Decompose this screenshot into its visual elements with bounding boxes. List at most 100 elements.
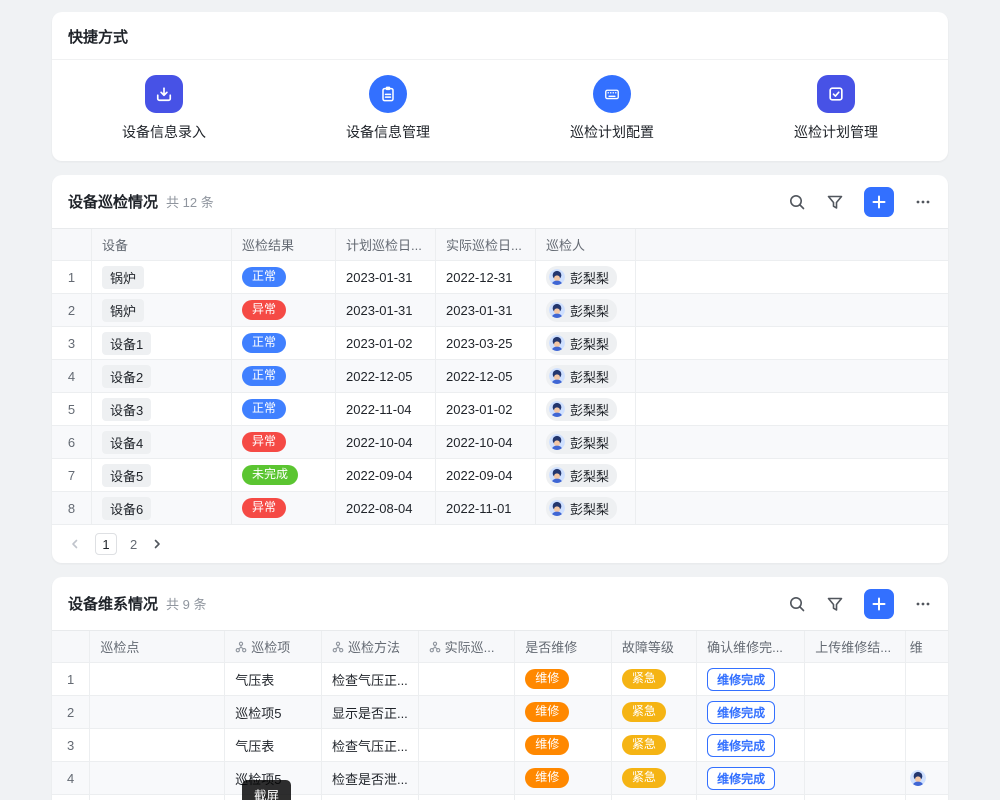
repair-cell[interactable]: 维修 [515, 696, 612, 728]
upload-cell[interactable] [805, 762, 905, 794]
inspector-cell[interactable]: 彭梨梨 [536, 492, 636, 524]
column-header-inspector[interactable]: 巡检人 [536, 229, 636, 260]
table-row[interactable]: 3 设备1 正常 2023-01-02 2023-03-25 彭梨梨 [52, 327, 948, 360]
upload-cell[interactable] [805, 795, 905, 800]
actual-date-cell[interactable]: 2023-03-25 [436, 327, 536, 359]
actual-date-cell[interactable]: 2022-10-04 [436, 426, 536, 458]
column-header-point[interactable]: 巡检点 [90, 631, 225, 662]
column-header-actual-date[interactable]: 实际巡检日... [436, 229, 536, 260]
confirm-cell[interactable]: 维修完成 [697, 729, 805, 761]
confirm-cell[interactable]: 维修完成 [697, 663, 805, 695]
device-cell[interactable]: 设备2 [92, 360, 232, 392]
level-cell[interactable]: 紧急 [612, 762, 697, 794]
point-cell[interactable] [90, 762, 225, 794]
device-cell[interactable]: 设备3 [92, 393, 232, 425]
level-cell[interactable]: 紧急 [612, 663, 697, 695]
device-cell[interactable]: 设备6 [92, 492, 232, 524]
column-header-upload[interactable]: 上传维修结... [805, 631, 905, 662]
inspector-cell[interactable]: 彭梨梨 [536, 327, 636, 359]
point-cell[interactable] [90, 729, 225, 761]
table-row[interactable]: 5 巡检项5 显示是否正... 维修 紧急 维修完成 [52, 795, 948, 800]
column-header-result[interactable]: 巡检结果 [232, 229, 336, 260]
confirm-repair-button[interactable]: 维修完成 [707, 734, 775, 757]
repairer-cell[interactable] [906, 696, 948, 728]
actual-cell[interactable] [419, 729, 516, 761]
search-icon[interactable] [788, 595, 806, 613]
plan-date-cell[interactable]: 2022-12-05 [336, 360, 436, 392]
result-cell[interactable]: 正常 [232, 261, 336, 293]
result-cell[interactable]: 未完成 [232, 459, 336, 491]
upload-cell[interactable] [805, 663, 905, 695]
repairer-cell[interactable] [906, 795, 948, 800]
shortcut-device-info-entry[interactable]: 设备信息录入 [122, 75, 206, 142]
result-cell[interactable]: 异常 [232, 294, 336, 326]
result-cell[interactable]: 异常 [232, 492, 336, 524]
inspector-cell[interactable]: 彭梨梨 [536, 360, 636, 392]
actual-date-cell[interactable]: 2022-09-04 [436, 459, 536, 491]
device-cell[interactable]: 设备1 [92, 327, 232, 359]
method-cell[interactable]: 检查气压正... [322, 663, 419, 695]
level-cell[interactable]: 紧急 [612, 696, 697, 728]
actual-cell[interactable] [419, 663, 516, 695]
point-cell[interactable] [90, 663, 225, 695]
actual-date-cell[interactable]: 2022-12-05 [436, 360, 536, 392]
upload-cell[interactable] [805, 696, 905, 728]
result-cell[interactable]: 异常 [232, 426, 336, 458]
method-cell[interactable]: 显示是否正... [322, 696, 419, 728]
table-row[interactable]: 4 设备2 正常 2022-12-05 2022-12-05 彭梨梨 [52, 360, 948, 393]
result-cell[interactable]: 正常 [232, 360, 336, 392]
prev-page-icon[interactable] [68, 537, 82, 551]
table-row[interactable]: 6 设备4 异常 2022-10-04 2022-10-04 彭梨梨 [52, 426, 948, 459]
plan-date-cell[interactable]: 2023-01-31 [336, 294, 436, 326]
table-row[interactable]: 2 巡检项5 显示是否正... 维修 紧急 维修完成 [52, 696, 948, 729]
actual-cell[interactable] [419, 795, 516, 800]
level-cell[interactable]: 紧急 [612, 795, 697, 800]
plan-date-cell[interactable]: 2022-08-04 [336, 492, 436, 524]
confirm-cell[interactable]: 维修完成 [697, 762, 805, 794]
device-cell[interactable]: 设备5 [92, 459, 232, 491]
next-page-icon[interactable] [150, 537, 164, 551]
table-row[interactable]: 7 设备5 未完成 2022-09-04 2022-09-04 彭梨梨 [52, 459, 948, 492]
plan-date-cell[interactable]: 2023-01-02 [336, 327, 436, 359]
more-icon[interactable] [914, 595, 932, 613]
actual-date-cell[interactable]: 2022-12-31 [436, 261, 536, 293]
point-cell[interactable] [90, 696, 225, 728]
column-header-actual[interactable]: 实际巡... [419, 631, 516, 662]
method-cell[interactable]: 显示是否正... [322, 795, 419, 800]
point-cell[interactable] [90, 795, 225, 800]
inspector-cell[interactable]: 彭梨梨 [536, 426, 636, 458]
confirm-cell[interactable]: 维修完成 [697, 696, 805, 728]
column-header-item[interactable]: 巡检项 [225, 631, 322, 662]
column-header-level[interactable]: 故障等级 [612, 631, 697, 662]
item-cell[interactable]: 气压表 [225, 729, 322, 761]
table-row[interactable]: 5 设备3 正常 2022-11-04 2023-01-02 彭梨梨 [52, 393, 948, 426]
upload-cell[interactable] [805, 729, 905, 761]
table-row[interactable]: 8 设备6 异常 2022-08-04 2022-11-01 彭梨梨 [52, 492, 948, 525]
page-2-button[interactable]: 2 [130, 537, 137, 552]
actual-cell[interactable] [419, 762, 516, 794]
device-cell[interactable]: 锅炉 [92, 294, 232, 326]
actual-date-cell[interactable]: 2023-01-31 [436, 294, 536, 326]
column-header-device[interactable]: 设备 [92, 229, 232, 260]
filter-icon[interactable] [826, 193, 844, 211]
actual-date-cell[interactable]: 2022-11-01 [436, 492, 536, 524]
table-row[interactable]: 2 锅炉 异常 2023-01-31 2023-01-31 彭梨梨 [52, 294, 948, 327]
item-cell[interactable]: 巡检项5 [225, 696, 322, 728]
device-cell[interactable]: 设备4 [92, 426, 232, 458]
method-cell[interactable]: 检查气压正... [322, 729, 419, 761]
result-cell[interactable]: 正常 [232, 393, 336, 425]
shortcut-device-info-manage[interactable]: 设备信息管理 [346, 75, 430, 142]
level-cell[interactable]: 紧急 [612, 729, 697, 761]
repairer-cell[interactable] [906, 663, 948, 695]
column-header-method[interactable]: 巡检方法 [322, 631, 419, 662]
confirm-repair-button[interactable]: 维修完成 [707, 701, 775, 724]
device-cell[interactable]: 锅炉 [92, 261, 232, 293]
more-icon[interactable] [914, 193, 932, 211]
plan-date-cell[interactable]: 2022-10-04 [336, 426, 436, 458]
actual-date-cell[interactable]: 2023-01-02 [436, 393, 536, 425]
plan-date-cell[interactable]: 2022-11-04 [336, 393, 436, 425]
confirm-repair-button[interactable]: 维修完成 [707, 767, 775, 790]
inspector-cell[interactable]: 彭梨梨 [536, 393, 636, 425]
add-record-button[interactable] [864, 589, 894, 619]
item-cell[interactable]: 气压表 [225, 663, 322, 695]
